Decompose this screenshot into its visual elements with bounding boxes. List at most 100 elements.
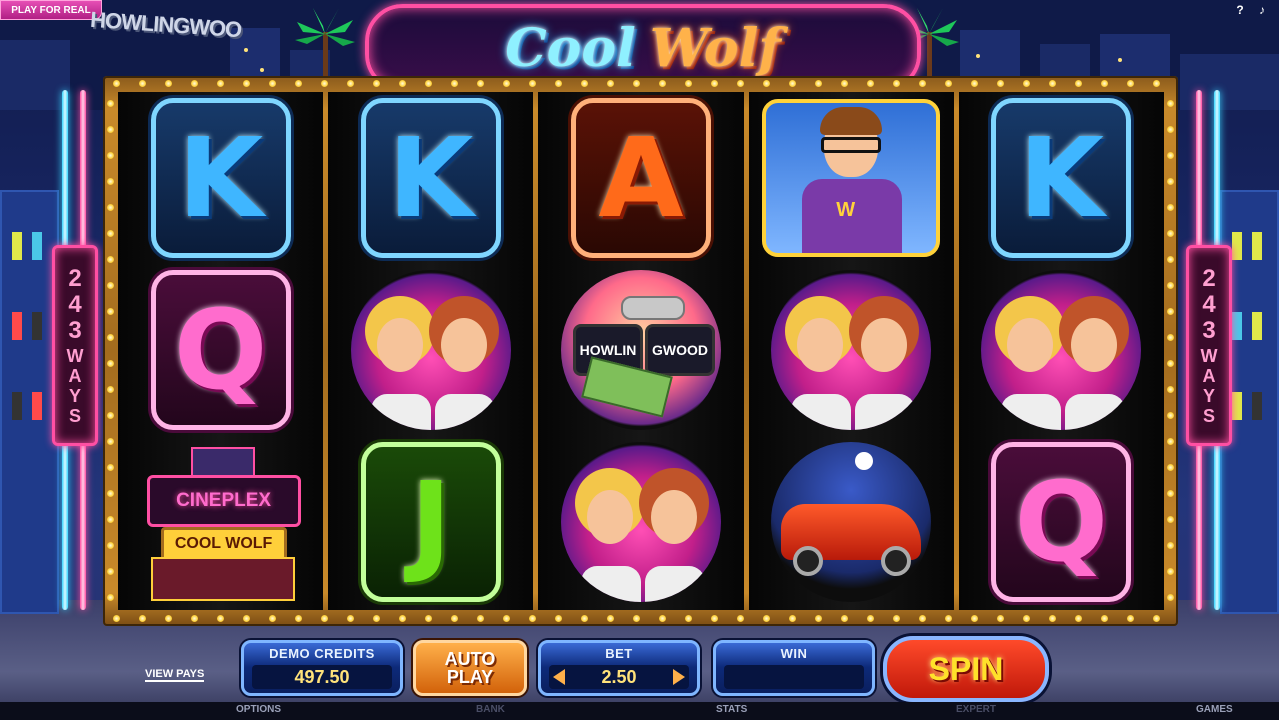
symbol-k: K (118, 92, 323, 264)
marquee-bulb (1101, 80, 1108, 87)
marquee-bulb (1167, 438, 1174, 445)
footer-bar: OPTIONS BANK STATS EXPERT GAMES (0, 702, 1279, 720)
bet-label: BET (605, 646, 633, 661)
marquee-bulb (1167, 360, 1174, 367)
ways-number: 2 4 3 (68, 264, 82, 344)
spin-button[interactable]: SPIN (883, 636, 1049, 702)
reel-3: A HOWLIN GWOOD (538, 92, 744, 610)
marquee-bulb (1167, 412, 1174, 419)
marquee-bulb (1167, 152, 1174, 159)
reel-1: K Q CINEPLEX COOL WOLF (118, 92, 324, 610)
cineplex-marquee: COOL WOLF (160, 527, 287, 561)
marquee-bulb (685, 615, 692, 622)
symbol-girls (538, 436, 743, 608)
logo-cool-text: Cool (505, 17, 636, 79)
marquee-bulb (217, 80, 224, 87)
credits-label: DEMO CREDITS (269, 646, 375, 661)
marquee-bulb (581, 80, 588, 87)
marquee-bulb (529, 80, 536, 87)
marquee-bulb (191, 80, 198, 87)
marquee-bulb (425, 80, 432, 87)
sunglasses-money-icon: HOWLIN GWOOD (561, 270, 721, 430)
view-pays-link[interactable]: VIEW PAYS (145, 668, 205, 682)
marquee-bulb (399, 615, 406, 622)
marquee-bulb (1167, 126, 1174, 133)
marquee-bulb (347, 80, 354, 87)
marquee-bulb (867, 80, 874, 87)
marquee-bulb (107, 516, 114, 523)
marquee-bulb (815, 80, 822, 87)
k-symbol: K (150, 98, 291, 258)
marquee-bulb (893, 80, 900, 87)
bank-menu[interactable]: BANK (476, 704, 505, 715)
symbol-sunglasses: HOWLIN GWOOD (538, 264, 743, 436)
expert-menu[interactable]: EXPERT (956, 704, 996, 715)
sound-icon[interactable]: ♪ (1254, 2, 1270, 18)
marquee-bulb (711, 80, 718, 87)
play-for-real-button[interactable]: PLAY FOR REAL (0, 0, 102, 20)
bet-decrease-icon[interactable] (553, 669, 565, 685)
marquee-bulb (1167, 334, 1174, 341)
marquee-bulb (191, 615, 198, 622)
marquee-bulb (1023, 80, 1030, 87)
marquee-bulb (997, 80, 1004, 87)
marquee-bulb (107, 204, 114, 211)
marquee-bulb (477, 80, 484, 87)
cheerleaders-icon (771, 270, 932, 430)
left-palm-icon (295, 8, 355, 76)
marquee-bulb (269, 80, 276, 87)
help-icon[interactable]: ? (1232, 2, 1248, 18)
marquee-bulb (165, 80, 172, 87)
symbol-k: K (959, 92, 1164, 264)
symbol-q: Q (118, 264, 323, 436)
lens-right: GWOOD (645, 324, 715, 376)
ways-number: 2 4 3 (1202, 264, 1216, 344)
cheerleaders-icon (350, 270, 511, 430)
marquee-bulb (711, 615, 718, 622)
marquee-bulb (607, 615, 614, 622)
symbol-k: K (328, 92, 533, 264)
q-symbol: Q (991, 442, 1132, 602)
marquee-bulb (529, 615, 536, 622)
games-menu[interactable]: GAMES (1196, 704, 1233, 715)
marquee-bulb (165, 615, 172, 622)
marquee-bulb (1167, 386, 1174, 393)
marquee-bulb (1167, 100, 1174, 107)
marquee-bulb (347, 615, 354, 622)
marquee-bulb (107, 126, 114, 133)
marquee-bulb (919, 80, 926, 87)
cineplex-scatter-icon: CINEPLEX COOL WOLF (137, 447, 305, 601)
j-symbol: J (360, 442, 501, 602)
marquee-bulb (321, 615, 328, 622)
marquee-bulb (295, 80, 302, 87)
marquee-bulb (451, 80, 458, 87)
marquee-bulb (1167, 542, 1174, 549)
marquee-bulb (107, 282, 114, 289)
marquee-bulb (107, 386, 114, 393)
marquee-bulb (1023, 615, 1030, 622)
symbol-car (749, 436, 954, 608)
bet-increase-icon[interactable] (673, 669, 685, 685)
k-symbol: K (360, 98, 501, 258)
credits-value: 497.50 (252, 665, 392, 689)
bet-panel: BET 2.50 (538, 640, 700, 696)
reels-area: K Q CINEPLEX COOL WOLF K J A HOWLIN GWOO… (118, 92, 1165, 610)
stats-menu[interactable]: STATS (716, 704, 747, 715)
marquee-bulb (503, 615, 510, 622)
a-symbol: A (571, 98, 711, 258)
marquee-bulb (107, 178, 114, 185)
marquee-bulb (1167, 308, 1174, 315)
symbol-girls (959, 264, 1164, 436)
marquee-bulb (503, 80, 510, 87)
symbol-girls (328, 264, 533, 436)
marquee-bulb (107, 256, 114, 263)
marquee-bulb (1167, 464, 1174, 471)
q-symbol: Q (150, 270, 291, 430)
marquee-bulb (107, 464, 114, 471)
marquee-bulb (107, 594, 114, 601)
reel-4: W (748, 92, 954, 610)
options-menu[interactable]: OPTIONS (236, 704, 281, 715)
autoplay-button[interactable]: AUTO PLAY (413, 640, 527, 696)
win-label: WIN (780, 646, 808, 661)
marquee-bulb (321, 80, 328, 87)
